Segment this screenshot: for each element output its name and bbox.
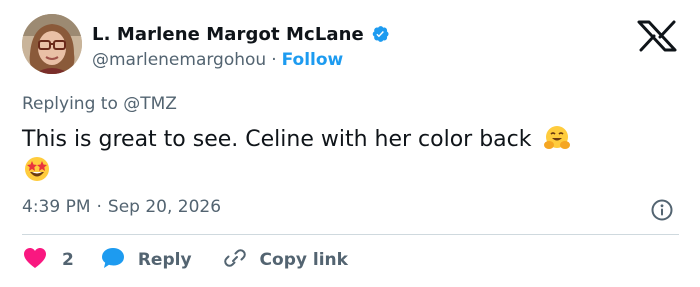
author-display-name[interactable]: L. Marlene Margot McLane	[92, 24, 364, 45]
copy-link-button[interactable]: Copy link	[222, 246, 348, 275]
tweet-time: 4:39 PM	[22, 197, 91, 217]
tweet-date: Sep 20, 2026	[107, 197, 222, 217]
author-handle-row: @marlenemargohou · Follow	[92, 48, 343, 72]
link-icon	[222, 246, 248, 275]
timestamp-separator: ·	[96, 197, 102, 217]
info-icon[interactable]	[650, 198, 674, 222]
replying-to-mention[interactable]: @TMZ	[123, 94, 177, 114]
handle-separator: ·	[271, 50, 277, 70]
divider	[22, 234, 679, 235]
like-button[interactable]: 2	[22, 246, 74, 275]
replying-to-prefix: Replying to	[22, 94, 124, 114]
avatar[interactable]	[22, 14, 82, 74]
x-logo-icon[interactable]	[634, 20, 680, 52]
heart-icon	[22, 246, 48, 275]
follow-button[interactable]: Follow	[282, 50, 344, 70]
verified-badge-icon[interactable]	[370, 24, 390, 44]
tweet-card: L. Marlene Margot McLane @marlenemargoho…	[0, 0, 700, 287]
tweet-text-content: This is great to see. Celine with her co…	[22, 127, 532, 152]
replying-to-line: Replying to @TMZ	[22, 94, 177, 114]
action-bar: 2 Reply Copy link	[22, 244, 348, 276]
reply-label: Reply	[137, 250, 192, 270]
reply-bubble-icon	[100, 246, 126, 275]
author-handle[interactable]: @marlenemargohou	[92, 50, 266, 70]
star-struck-emoji	[22, 154, 52, 184]
like-count: 2	[62, 250, 74, 270]
tweet-text: This is great to see. Celine with her co…	[22, 124, 682, 184]
copy-link-label: Copy link	[259, 250, 348, 270]
hugging-face-emoji	[543, 124, 571, 152]
tweet-timestamp[interactable]: 4:39 PM · Sep 20, 2026	[22, 197, 221, 217]
reply-button[interactable]: Reply	[100, 246, 192, 275]
author-name-row: L. Marlene Margot McLane	[92, 22, 390, 46]
